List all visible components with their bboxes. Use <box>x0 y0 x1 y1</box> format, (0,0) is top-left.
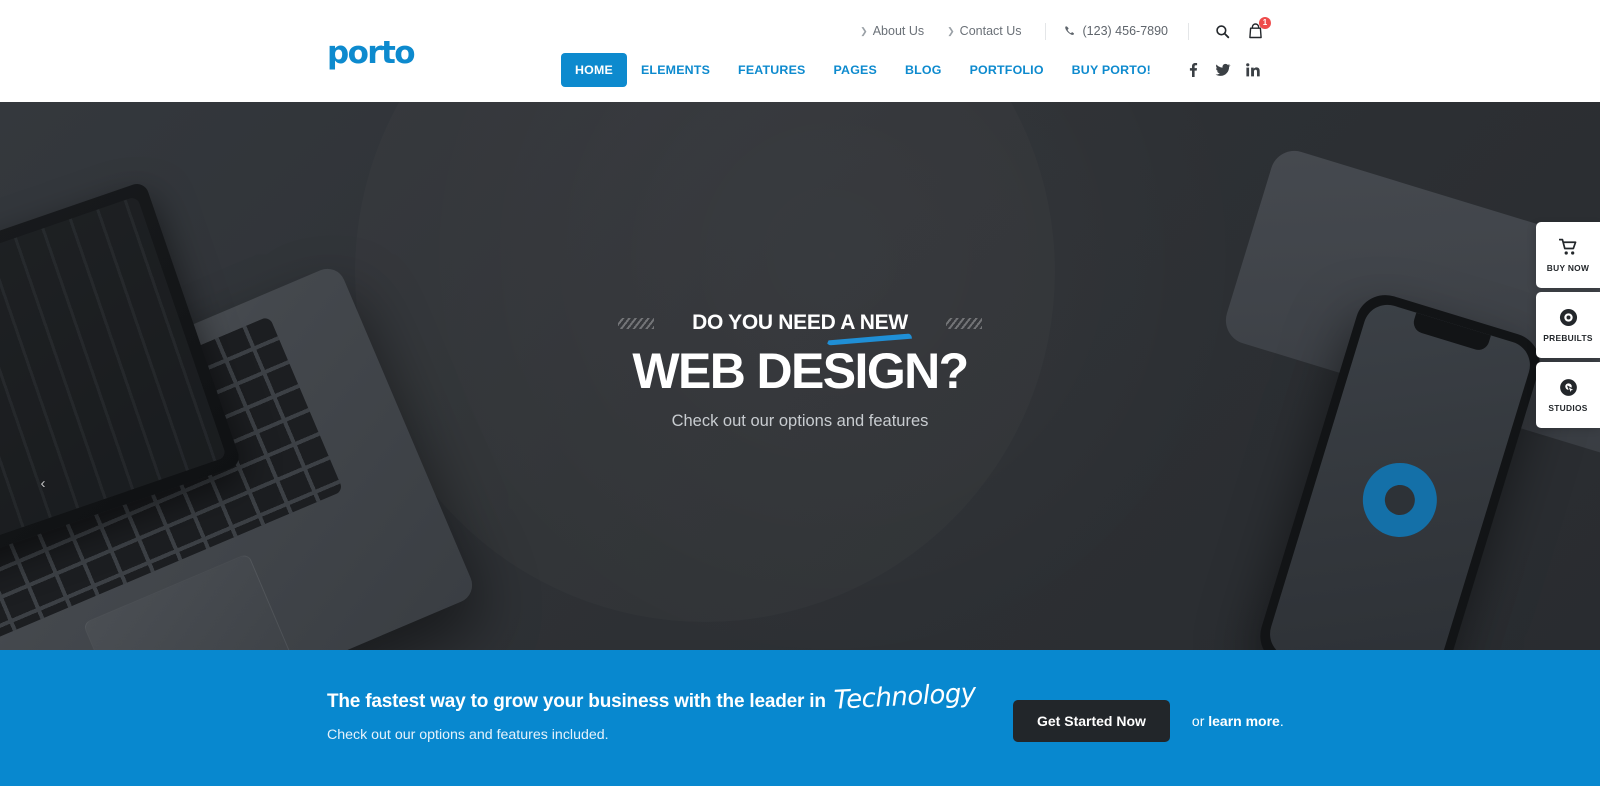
shopping-cart-icon[interactable]: 1 <box>1245 17 1271 42</box>
disc-glyph <box>1559 308 1577 326</box>
search-icon[interactable] <box>1211 20 1233 42</box>
cta-heading-script: Technology <box>832 678 977 716</box>
nav-item-buy-porto[interactable]: BUY PORTO! <box>1058 53 1165 87</box>
hero-kicker-row: DO YOU NEED A NEW <box>618 310 982 336</box>
cta-subtitle: Check out our options and features inclu… <box>327 727 609 743</box>
site-header: porto ❯ About Us ❯ Contact Us (123) 456-… <box>0 0 1600 102</box>
facebook-glyph <box>1189 63 1198 77</box>
cta-note: or learn more. <box>1192 711 1284 731</box>
topbar-link-label: Contact Us <box>959 24 1022 38</box>
nav-item-home[interactable]: HOME <box>560 53 627 87</box>
cta-note-suffix: . <box>1279 713 1284 729</box>
nav-item-features[interactable]: FEATURES <box>724 53 819 87</box>
topbar-divider <box>1044 22 1046 40</box>
search-glyph <box>1215 24 1229 38</box>
nav-item-portfolio[interactable]: PORTFOLIO <box>956 53 1058 87</box>
side-button-label: STUDIOS <box>1548 403 1588 413</box>
nav-item-elements[interactable]: ELEMENTS <box>627 53 724 87</box>
linkedin-glyph <box>1246 63 1260 77</box>
disc-icon <box>1559 307 1578 327</box>
cta-actions: Get Started Now or learn more. <box>1013 700 1284 742</box>
chevron-right-icon: ❯ <box>860 25 868 36</box>
hero-kicker-text: DO YOU NEED A NEW <box>692 311 908 334</box>
site-logo[interactable]: porto <box>327 35 416 72</box>
cursor-target-icon <box>1559 377 1578 397</box>
topbar-divider <box>1188 22 1189 40</box>
twitter-glyph <box>1215 63 1231 76</box>
hatch-decoration-right <box>945 317 982 329</box>
facebook-icon[interactable] <box>1179 56 1207 84</box>
main-navigation: HOME ELEMENTS FEATURES PAGES BLOG PORTFO… <box>560 53 1267 87</box>
hero-title: WEB DESIGN? <box>632 343 969 399</box>
topbar-phone[interactable]: (123) 456-7890 <box>1064 24 1168 38</box>
cart-count-badge: 1 <box>1259 17 1271 29</box>
topbar-link-contact-us[interactable]: ❯ Contact Us <box>947 24 1021 38</box>
phone-icon <box>1064 26 1074 35</box>
topbar-link-about-us[interactable]: ❯ About Us <box>860 24 924 38</box>
side-button-studios[interactable]: STUDIOS <box>1536 362 1600 428</box>
hatch-decoration-left <box>618 317 655 329</box>
call-to-action-bar: The fastest way to grow your business wi… <box>0 650 1600 786</box>
top-utility-bar: ❯ About Us ❯ Contact Us (123) 456-7890 1 <box>860 17 1271 42</box>
hero-subtitle: Check out our options and features <box>671 412 929 430</box>
hero-content: DO YOU NEED A NEW WEB DESIGN? Check out … <box>0 102 1600 650</box>
page-root: porto ❯ About Us ❯ Contact Us (123) 456-… <box>0 0 1600 786</box>
floating-side-panel: BUY NOW PREBUILTS STUDIOS <box>1536 222 1600 432</box>
chevron-right-icon: ❯ <box>947 25 955 36</box>
learn-more-link[interactable]: learn more <box>1208 713 1280 729</box>
cta-heading-plain: The fastest way to grow your business wi… <box>327 691 826 712</box>
topbar-link-label: About Us <box>872 24 925 38</box>
twitter-icon[interactable] <box>1209 56 1237 84</box>
cursor-target-glyph <box>1559 378 1577 396</box>
slider-prev-arrow[interactable]: ‹ <box>30 470 56 496</box>
get-started-now-button[interactable]: Get Started Now <box>1013 700 1170 742</box>
topbar-phone-number: (123) 456-7890 <box>1082 24 1168 38</box>
cta-note-prefix: or <box>1191 713 1209 729</box>
logo-text: porto <box>327 35 416 71</box>
side-button-buy-now[interactable]: BUY NOW <box>1536 222 1600 288</box>
cta-heading: The fastest way to grow your business wi… <box>327 678 976 715</box>
cart-glyph <box>1558 238 1576 255</box>
nav-item-blog[interactable]: BLOG <box>891 53 956 87</box>
social-links <box>1179 56 1267 84</box>
side-button-label: BUY NOW <box>1546 263 1590 273</box>
shopping-cart-icon <box>1558 237 1578 257</box>
linkedin-icon[interactable] <box>1239 56 1267 84</box>
nav-item-pages[interactable]: PAGES <box>820 53 891 87</box>
hero-kicker: DO YOU NEED A NEW <box>692 310 908 336</box>
hero-slider: DO YOU NEED A NEW WEB DESIGN? Check out … <box>0 102 1600 650</box>
side-button-prebuilts[interactable]: PREBUILTS <box>1536 292 1600 358</box>
side-button-label: PREBUILTS <box>1543 333 1593 343</box>
cta-text-block: The fastest way to grow your business wi… <box>327 678 976 745</box>
